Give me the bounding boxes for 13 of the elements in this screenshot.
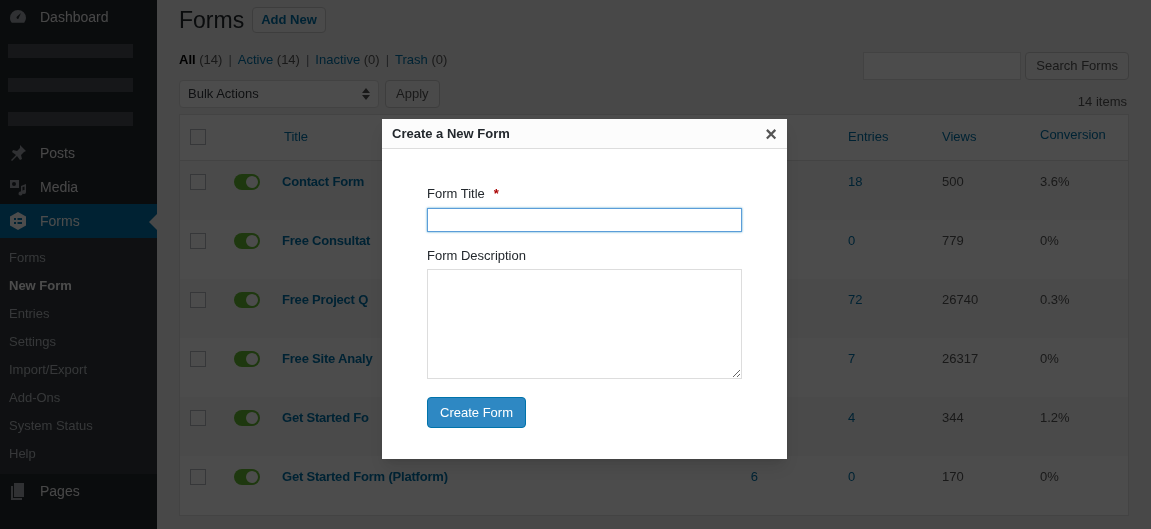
form-description-label: Form Description — [427, 246, 527, 265]
table-cell-text: 6 — [750, 467, 758, 486]
filter-separator: | — [385, 51, 390, 69]
required-mark: * — [493, 185, 499, 203]
dialog-title: Create a New Form — [392, 124, 510, 143]
form-title-input[interactable] — [427, 207, 742, 232]
filter-separator: | — [305, 51, 310, 69]
close-button[interactable]: × — [765, 123, 777, 144]
form-description-textarea[interactable] — [427, 269, 742, 379]
filter-separator: | — [228, 51, 232, 69]
page-title: Forms — [179, 5, 245, 35]
create-form-button[interactable]: Create Form — [427, 397, 526, 428]
form-title-label: Form Title — [427, 185, 485, 203]
